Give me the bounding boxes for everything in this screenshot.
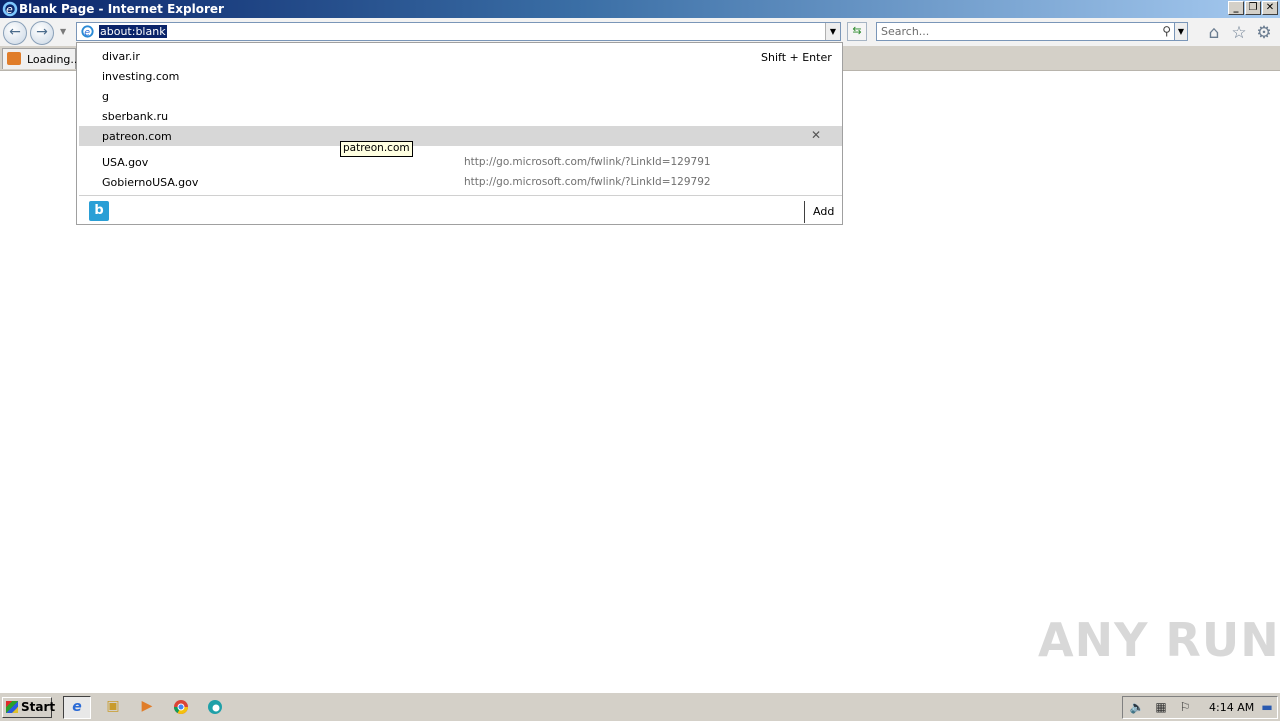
restore-button[interactable]: ❐: [1245, 1, 1261, 15]
tools-gear-icon[interactable]: ⚙: [1254, 23, 1274, 43]
bing-icon[interactable]: b: [89, 201, 109, 221]
search-box[interactable]: Search... ⚲: [876, 22, 1176, 41]
file-explorer-icon[interactable]: ▣: [99, 696, 127, 719]
favorite-item-label: GobiernoUSA.gov: [102, 176, 199, 189]
back-icon[interactable]: ←: [3, 21, 27, 45]
favorite-item[interactable]: USA.gov http://go.microsoft.com/fwlink/?…: [79, 152, 842, 172]
history-item[interactable]: sberbank.ru: [79, 106, 842, 126]
address-input[interactable]: about:blank: [99, 25, 167, 38]
chrome-icon[interactable]: [167, 696, 195, 719]
history-item-highlighted[interactable]: patreon.com ✕: [79, 126, 842, 146]
search-icon[interactable]: ⚲: [1162, 23, 1171, 40]
svg-text:e: e: [6, 3, 13, 16]
favorites-icon[interactable]: ☆: [1229, 23, 1249, 43]
start-button[interactable]: Start: [2, 697, 56, 718]
add-button[interactable]: Add: [813, 205, 834, 218]
tab-label: Loading...: [27, 53, 81, 66]
history-item-label: patreon.com: [102, 130, 172, 143]
edge-icon[interactable]: [201, 696, 229, 719]
tab-loading[interactable]: Loading...: [2, 48, 81, 69]
internet-explorer-icon[interactable]: e: [63, 696, 91, 719]
history-item[interactable]: g: [79, 86, 842, 106]
volume-icon[interactable]: 🔈: [1129, 699, 1145, 715]
history-item[interactable]: investing.com: [79, 66, 842, 86]
svg-text:e: e: [84, 27, 90, 38]
title-bar: e Blank Page - Internet Explorer _ ❐ ✕: [0, 0, 1280, 18]
favorite-item-label: USA.gov: [102, 156, 149, 169]
ie-logo-icon: e: [2, 1, 18, 17]
history-item[interactable]: divar.ir: [79, 46, 842, 66]
minimize-button[interactable]: _: [1228, 1, 1244, 15]
home-icon[interactable]: ⌂: [1204, 23, 1224, 43]
show-desktop-icon[interactable]: ▬: [1259, 699, 1275, 715]
history-item-label: sberbank.ru: [102, 110, 169, 123]
delete-entry-icon[interactable]: ✕: [811, 129, 821, 142]
network-icon[interactable]: ▦: [1153, 699, 1169, 715]
address-bar[interactable]: e about:blank ▼: [76, 22, 841, 41]
action-center-flag-icon[interactable]: ⚐: [1177, 699, 1193, 715]
search-input[interactable]: Search...: [881, 25, 929, 38]
windows-flag-icon: [6, 701, 18, 713]
watermark: ANY RUN: [1038, 613, 1280, 667]
taskbar: Start e ▣ ▶ 🔈 ▦ ⚐ 4:14 AM ▬: [0, 692, 1280, 721]
address-dropdown-icon[interactable]: ▼: [825, 23, 840, 40]
history-item-label: investing.com: [102, 70, 180, 83]
clock[interactable]: 4:14 AM: [1209, 701, 1254, 714]
add-divider: [804, 201, 805, 223]
media-player-icon[interactable]: ▶: [133, 696, 161, 719]
window-title: Blank Page - Internet Explorer: [19, 2, 224, 16]
recent-pages-dropdown-icon[interactable]: ▼: [60, 27, 66, 36]
forward-icon[interactable]: →: [30, 21, 54, 45]
favorite-item-url: http://go.microsoft.com/fwlink/?LinkId=1…: [464, 176, 711, 188]
favorite-item[interactable]: GobiernoUSA.gov http://go.microsoft.com/…: [79, 172, 842, 192]
close-button[interactable]: ✕: [1262, 1, 1278, 15]
favorite-item-url: http://go.microsoft.com/fwlink/?LinkId=1…: [464, 156, 711, 168]
refresh-icon[interactable]: ⇆: [847, 22, 867, 41]
address-autocomplete-dropdown: Shift + Enter divar.ir investing.com g s…: [76, 42, 843, 225]
dropdown-divider: [79, 195, 842, 196]
ie-page-icon: e: [81, 25, 94, 38]
tooltip: patreon.com: [340, 141, 413, 157]
search-dropdown-icon[interactable]: ▼: [1174, 22, 1188, 41]
system-tray: 🔈 ▦ ⚐ 4:14 AM ▬: [1122, 696, 1278, 719]
page-loading-icon: [7, 52, 21, 65]
start-label: Start: [21, 700, 56, 714]
history-item-label: g: [102, 90, 109, 103]
history-item-label: divar.ir: [102, 50, 140, 63]
